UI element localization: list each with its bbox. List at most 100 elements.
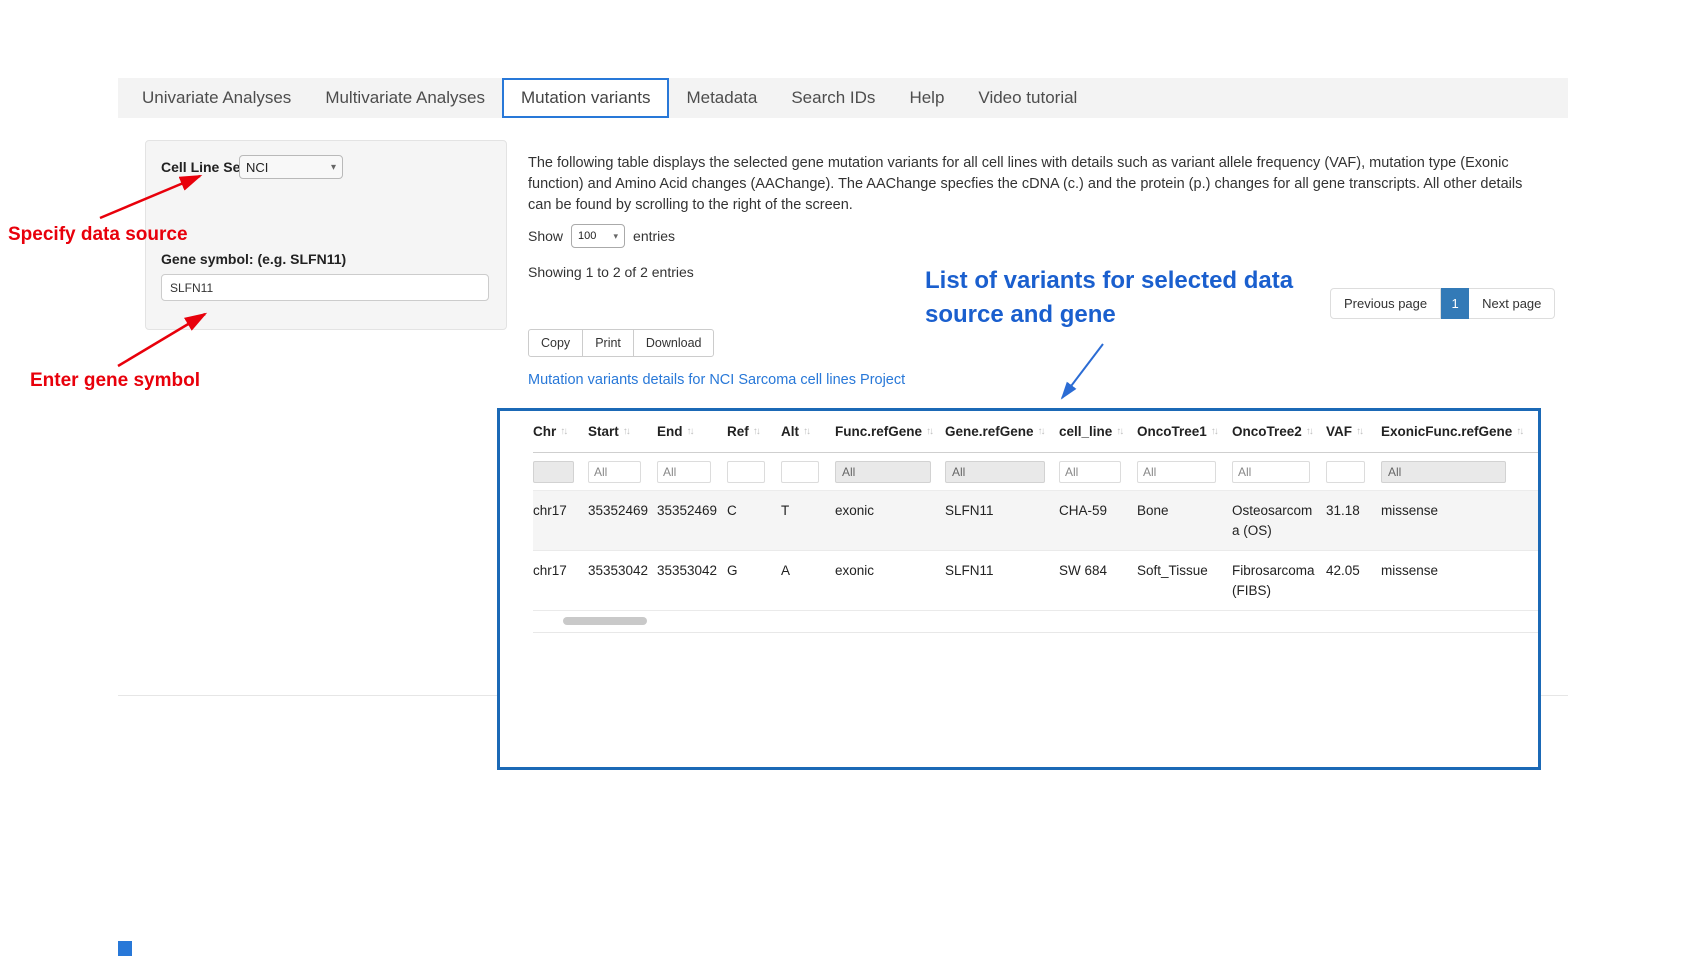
filter-cell-oncotree1: [1137, 461, 1232, 483]
column-header-func-refgene[interactable]: Func.refGene↑↓: [835, 424, 945, 439]
tab-univariate-analyses[interactable]: Univariate Analyses: [125, 78, 308, 118]
previous-page-button[interactable]: Previous page: [1330, 288, 1441, 319]
tab-multivariate-analyses[interactable]: Multivariate Analyses: [308, 78, 502, 118]
filter-input-ref[interactable]: [727, 461, 765, 483]
cell-line-set-value: NCI: [246, 160, 268, 175]
horizontal-scrollbar-track[interactable]: [533, 611, 1538, 633]
column-header-chr[interactable]: Chr↑↓: [533, 424, 588, 439]
table-description: The following table displays the selecte…: [528, 153, 1528, 217]
annotation-list-of-variants: List of variants for selected data sourc…: [925, 264, 1325, 332]
cell-ref: C: [727, 501, 781, 521]
cell-gene-refgene: SLFN11: [945, 561, 1059, 581]
cell-exonicfunc-refgene: missense: [1381, 561, 1520, 581]
cell-end: 35353042: [657, 561, 727, 581]
column-header-vaf[interactable]: VAF↑↓: [1326, 424, 1381, 439]
table-row-1[interactable]: chr173535246935352469CTexonicSLFN11CHA-5…: [533, 491, 1538, 551]
cell-chr: chr17: [533, 561, 588, 581]
filter-input-cell-line[interactable]: [1059, 461, 1121, 483]
column-header-oncotree2[interactable]: OncoTree2↑↓: [1232, 424, 1326, 439]
copy-button[interactable]: Copy: [528, 329, 583, 357]
cell-vaf: 42.05: [1326, 561, 1381, 581]
filter-cell-chr: [533, 461, 588, 483]
table-caption-link[interactable]: Mutation variants details for NCI Sarcom…: [528, 372, 905, 388]
filter-cell-end: [657, 461, 727, 483]
tab-help[interactable]: Help: [892, 78, 961, 118]
column-header-gene-refgene[interactable]: Gene.refGene↑↓: [945, 424, 1059, 439]
column-header-end[interactable]: End↑↓: [657, 424, 727, 439]
column-header-exonicfunc-refgene[interactable]: ExonicFunc.refGene↑↓: [1381, 424, 1520, 439]
cell-chr: chr17: [533, 501, 588, 521]
page-number-active[interactable]: 1: [1441, 288, 1469, 319]
pagination: Previous page 1 Next page: [1330, 288, 1555, 319]
filter-input-alt[interactable]: [781, 461, 819, 483]
gene-symbol-input[interactable]: [161, 274, 489, 301]
cell-start: 35352469: [588, 501, 657, 521]
gene-symbol-label: Gene symbol: (e.g. SLFN11): [161, 251, 346, 267]
sort-icon: ↑↓: [1038, 426, 1044, 437]
column-header-start[interactable]: Start ↑↓: [588, 424, 657, 439]
chevron-down-icon: ▾: [331, 162, 336, 173]
filter-input-oncotree2[interactable]: [1232, 461, 1310, 483]
tab-video-tutorial[interactable]: Video tutorial: [961, 78, 1094, 118]
table-body: chr173535246935352469CTexonicSLFN11CHA-5…: [533, 491, 1538, 611]
column-header-ref[interactable]: Ref↑↓: [727, 424, 781, 439]
cell-oncotree1: Bone: [1137, 501, 1232, 521]
table-header-row: Chr↑↓Start ↑↓ End↑↓Ref↑↓Alt↑↓Func.refGene↑…: [533, 411, 1538, 453]
filter-input-end[interactable]: [657, 461, 711, 483]
nav-bar: Univariate AnalysesMultivariate Analyses…: [118, 78, 1568, 118]
entries-label: entries: [633, 228, 675, 244]
column-header-oncotree1[interactable]: OncoTree1↑↓: [1137, 424, 1232, 439]
cell-alt: A: [781, 561, 835, 581]
tab-mutation-variants[interactable]: Mutation variants: [502, 78, 669, 118]
filter-select-func-refgene[interactable]: All: [835, 461, 931, 483]
nav-tabs: Univariate AnalysesMultivariate Analyses…: [125, 78, 1094, 118]
filter-cell-start: [588, 461, 657, 483]
download-button[interactable]: Download: [633, 329, 715, 357]
next-page-button[interactable]: Next page: [1469, 288, 1555, 319]
cell-oncotree2: Fibrosarcoma (FIBS): [1232, 561, 1326, 600]
filter-cell-gene-refgene: All: [945, 461, 1059, 483]
filter-input-vaf[interactable]: [1326, 461, 1365, 483]
tab-metadata[interactable]: Metadata: [669, 78, 774, 118]
filter-cell-ref: [727, 461, 781, 483]
column-header-cell-line[interactable]: cell_line↑↓: [1059, 424, 1137, 439]
column-header-alt[interactable]: Alt↑↓: [781, 424, 835, 439]
dt-buttons: CopyPrintDownload: [528, 329, 714, 357]
cell-vaf: 31.18: [1326, 501, 1381, 521]
cell-ref: G: [727, 561, 781, 581]
horizontal-scrollbar-thumb[interactable]: [563, 617, 647, 625]
show-label: Show: [528, 228, 563, 244]
cell-cell-line: SW 684: [1059, 561, 1137, 581]
filter-input-oncotree1[interactable]: [1137, 461, 1216, 483]
sort-icon: ↑↓: [803, 426, 809, 437]
sort-icon: ↑↓: [753, 426, 759, 437]
column-label: VAF: [1326, 424, 1352, 439]
sidebar-panel: Cell Line Set NCI ▾ Gene symbol: (e.g. S…: [145, 140, 507, 330]
table-row-2[interactable]: chr173535304235353042GAexonicSLFN11SW 68…: [533, 551, 1538, 611]
filter-select-gene-refgene[interactable]: All: [945, 461, 1045, 483]
show-entries-control: Show 100 ▾ entries: [528, 224, 675, 248]
filter-input-start[interactable]: [588, 461, 641, 483]
entries-count-select[interactable]: 100 ▾: [571, 224, 625, 248]
chevron-down-icon: ▾: [614, 231, 619, 242]
cell-line-set-select[interactable]: NCI ▾: [239, 155, 343, 179]
filter-cell-oncotree2: [1232, 461, 1326, 483]
cell-alt: T: [781, 501, 835, 521]
column-label: Start: [588, 424, 619, 439]
filter-select-chr[interactable]: [533, 461, 574, 483]
cell-func-refgene: exonic: [835, 501, 945, 521]
print-button[interactable]: Print: [582, 329, 634, 357]
cell-func-refgene: exonic: [835, 561, 945, 581]
sort-icon: ↑↓: [623, 426, 629, 437]
filter-cell-vaf: [1326, 461, 1381, 483]
tab-search-ids[interactable]: Search IDs: [774, 78, 892, 118]
filter-select-exonicfunc-refgene[interactable]: All: [1381, 461, 1506, 483]
entries-count-value: 100: [578, 230, 596, 242]
sort-icon: ↑↓: [1116, 426, 1122, 437]
sort-icon: ↑↓: [560, 426, 566, 437]
variants-table: Chr↑↓Start ↑↓ End↑↓Ref↑↓Alt↑↓Func.refGene↑…: [497, 408, 1541, 770]
filter-cell-alt: [781, 461, 835, 483]
table-filter-row: All All All: [533, 453, 1538, 491]
cell-gene-refgene: SLFN11: [945, 501, 1059, 521]
cell-start: 35353042: [588, 561, 657, 581]
